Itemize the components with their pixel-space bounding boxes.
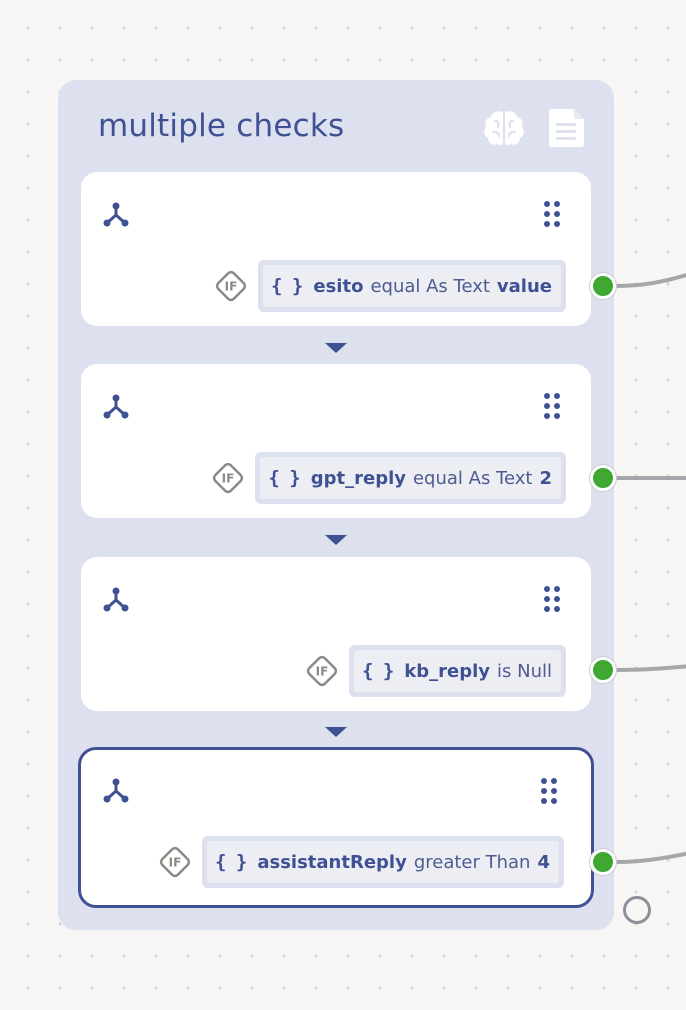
document-icon[interactable]	[544, 106, 588, 150]
condition-chip[interactable]: { } assistantReply greater Than 4	[202, 836, 564, 888]
output-port-connected[interactable]	[590, 273, 616, 299]
variable-braces-icon: { }	[271, 275, 303, 297]
branch-icon	[103, 394, 129, 419]
condition-card[interactable]: IF { } kb_reply is Null	[81, 557, 591, 711]
svg-text:IF: IF	[225, 280, 238, 294]
fallback-output-port[interactable]	[623, 896, 651, 924]
if-icon: IF	[215, 270, 247, 302]
branch-icon	[103, 202, 129, 227]
variable-braces-icon: { }	[268, 467, 300, 489]
output-port-connected[interactable]	[590, 849, 616, 875]
condition-variable: esito	[313, 275, 364, 297]
condition-operator: is Null	[497, 660, 552, 682]
condition-chip[interactable]: { } kb_reply is Null	[348, 645, 566, 697]
group-title: multiple checks	[98, 108, 345, 144]
svg-text:IF: IF	[222, 472, 235, 486]
brain-icon[interactable]	[482, 106, 526, 150]
condition-card-selected[interactable]: IF { } assistantReply greater Than 4	[78, 747, 594, 908]
down-arrow-icon	[325, 535, 347, 545]
condition-card[interactable]: IF { } gpt_reply equal As Text 2	[81, 364, 591, 518]
condition-variable: gpt_reply	[310, 467, 406, 489]
drag-handle-icon[interactable]	[540, 777, 558, 805]
svg-text:IF: IF	[169, 856, 182, 870]
condition-value: 4	[537, 851, 550, 873]
drag-handle-icon[interactable]	[543, 392, 561, 420]
condition-variable: kb_reply	[404, 660, 491, 682]
variable-braces-icon: { }	[215, 851, 247, 873]
condition-group-node[interactable]: multiple checks IF {} esito equal As Te…	[58, 80, 614, 930]
branch-icon	[103, 587, 129, 612]
condition-value: value	[496, 275, 552, 297]
if-icon: IF	[213, 462, 244, 494]
output-port-connected[interactable]	[590, 465, 616, 491]
down-arrow-icon	[325, 343, 347, 353]
variable-braces-icon: { }	[361, 660, 394, 682]
svg-text:IF: IF	[316, 665, 329, 679]
down-arrow-icon	[325, 727, 347, 737]
condition-chip[interactable]: { } esito equal As Text value	[258, 260, 566, 312]
condition-operator: equal As Text	[412, 467, 533, 489]
output-port-connected[interactable]	[590, 657, 616, 683]
condition-operator: greater Than	[413, 851, 531, 873]
branch-icon	[103, 778, 129, 803]
edge-3	[615, 664, 686, 672]
drag-handle-icon[interactable]	[543, 585, 561, 613]
if-icon: IF	[306, 655, 338, 687]
if-icon: IF	[159, 846, 191, 878]
condition-value: 2	[539, 467, 552, 489]
edge-1	[615, 273, 686, 288]
edge-4	[615, 851, 686, 864]
condition-card[interactable]: IF { } esito equal As Text value	[81, 172, 591, 326]
drag-handle-icon[interactable]	[543, 200, 561, 228]
condition-variable: assistantReply	[257, 851, 407, 873]
condition-operator: equal As Text	[370, 275, 490, 297]
condition-chip[interactable]: { } gpt_reply equal As Text 2	[255, 452, 566, 504]
